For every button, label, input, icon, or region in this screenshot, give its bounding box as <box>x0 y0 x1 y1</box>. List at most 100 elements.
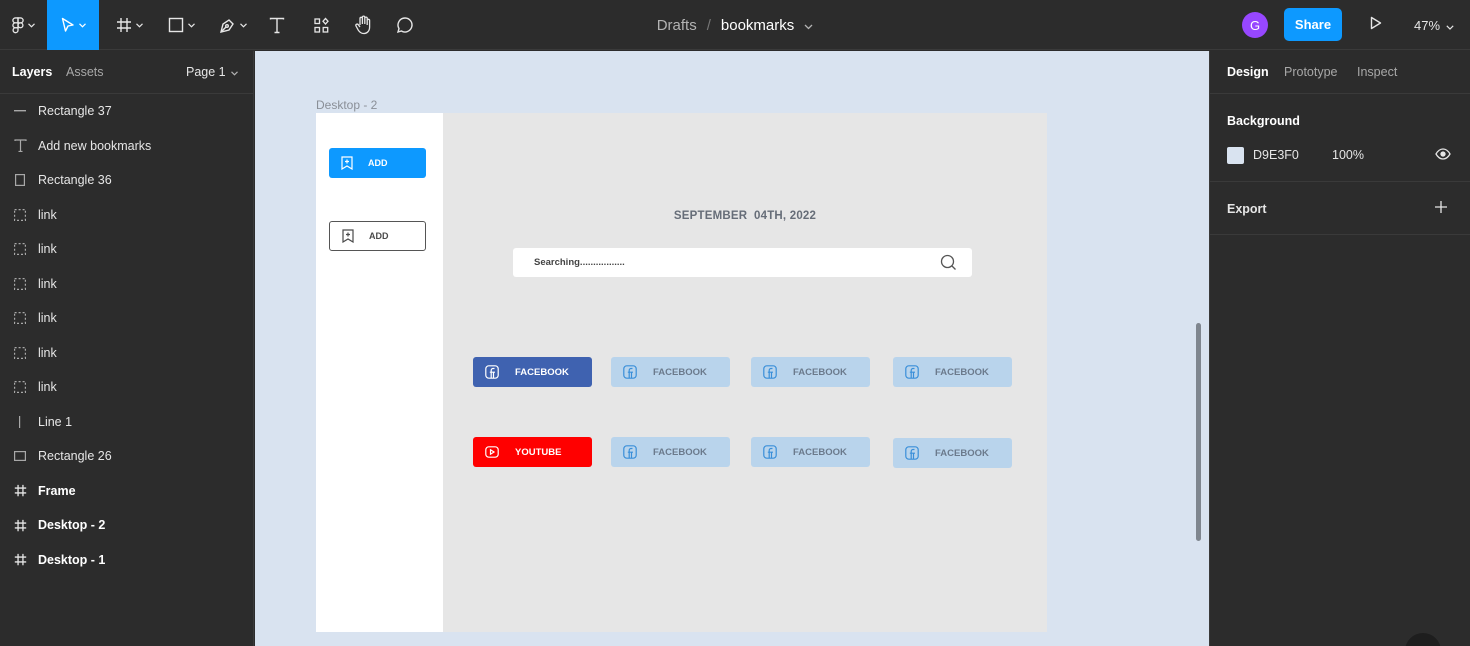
chevron-down-icon <box>78 22 86 28</box>
rectangle-icon <box>12 172 28 188</box>
bookmark-label: YOUTUBE <box>515 446 562 458</box>
design-canvas[interactable]: Desktop - 2 ADD ADD SEPTEMBER 04TH, 2022… <box>255 51 1209 646</box>
facebook-bookmark[interactable]: FACEBOOK <box>893 438 1012 468</box>
layer-row[interactable]: Line 1 <box>0 405 254 440</box>
tab-assets[interactable]: Assets <box>66 65 104 79</box>
hand-icon <box>354 15 373 35</box>
layer-row[interactable]: link <box>0 336 254 371</box>
frame-sidebar: ADD ADD <box>316 113 443 632</box>
user-avatar[interactable]: G <box>1242 12 1268 38</box>
bookmark-label: FACEBOOK <box>935 366 989 378</box>
dashed-frame-icon <box>12 207 28 223</box>
comment-tool-button[interactable] <box>390 0 420 50</box>
hand-tool-button[interactable] <box>348 0 378 50</box>
bookmark-add-icon <box>341 156 353 170</box>
chevron-down-icon <box>1440 18 1454 33</box>
tab-inspect[interactable]: Inspect <box>1357 65 1397 79</box>
background-color-swatch[interactable] <box>1227 147 1244 164</box>
layer-label: link <box>38 242 57 257</box>
layer-label: Frame <box>38 483 76 498</box>
main-menu-button[interactable] <box>0 0 46 50</box>
search-icon[interactable] <box>940 254 957 276</box>
facebook-bookmark[interactable]: FACEBOOK <box>893 357 1012 387</box>
layer-row[interactable]: link <box>0 301 254 336</box>
layer-row[interactable]: link <box>0 232 254 267</box>
chevron-down-icon[interactable] <box>804 17 813 34</box>
frame-label[interactable]: Desktop - 2 <box>316 98 377 112</box>
layer-row[interactable]: link <box>0 370 254 405</box>
bookmark-label: FACEBOOK <box>793 446 847 458</box>
layer-row[interactable]: Rectangle 37 <box>0 94 254 129</box>
search-bar[interactable] <box>513 248 972 277</box>
layer-row[interactable]: link <box>0 198 254 233</box>
background-hex-value[interactable]: D9E3F0 <box>1253 148 1299 162</box>
layer-row[interactable]: Frame <box>0 474 254 509</box>
line-icon <box>12 103 28 119</box>
youtube-bookmark[interactable]: YOUTUBE <box>473 437 592 467</box>
add-bookmark-button[interactable]: ADD <box>329 148 426 178</box>
facebook-bookmark[interactable]: FACEBOOK <box>611 357 730 387</box>
bookmark-label: FACEBOOK <box>935 447 989 459</box>
facebook-icon <box>623 365 637 379</box>
page-selector[interactable]: Page 1 <box>186 65 238 79</box>
layer-row[interactable]: Rectangle 26 <box>0 439 254 474</box>
pen-tool-button[interactable] <box>210 0 256 50</box>
layer-label: Rectangle 36 <box>38 173 112 188</box>
youtube-icon <box>485 446 499 458</box>
add-label: ADD <box>369 231 389 241</box>
add-bookmark-outline-button[interactable]: ADD <box>329 221 426 251</box>
pen-icon <box>219 17 236 34</box>
tab-design[interactable]: Design <box>1227 65 1269 79</box>
zoom-level: 47% <box>1414 17 1441 33</box>
frame-tool-button[interactable] <box>106 0 152 50</box>
canvas-vertical-scrollbar[interactable] <box>1196 323 1201 541</box>
breadcrumb-separator: / <box>706 16 711 34</box>
dashed-frame-icon <box>12 241 28 257</box>
text-icon <box>269 17 285 34</box>
left-panel-tabs: Layers Assets Page 1 <box>0 51 253 94</box>
facebook-icon <box>905 365 919 379</box>
bookmark-label: FACEBOOK <box>653 446 707 458</box>
present-button[interactable] <box>1366 15 1386 35</box>
dashed-frame-icon <box>12 276 28 292</box>
eye-icon[interactable] <box>1435 148 1451 160</box>
frame-hash-icon <box>12 483 28 499</box>
export-section: Export <box>1210 182 1470 235</box>
facebook-icon <box>905 446 919 460</box>
share-button[interactable]: Share <box>1284 8 1342 41</box>
figma-logo-icon <box>11 16 24 34</box>
rectangle-icon <box>12 448 28 464</box>
layer-row[interactable]: link <box>0 267 254 302</box>
text-tool-button[interactable] <box>262 0 292 50</box>
resources-tool-button[interactable] <box>306 0 336 50</box>
desktop-2-frame[interactable]: ADD ADD SEPTEMBER 04TH, 2022 FACEBOOK FA… <box>316 113 1047 632</box>
layer-row[interactable]: Rectangle 36 <box>0 163 254 198</box>
layer-label: Rectangle 37 <box>38 104 112 119</box>
components-icon <box>313 17 330 34</box>
move-tool-button[interactable] <box>47 0 99 50</box>
tab-prototype[interactable]: Prototype <box>1284 65 1338 79</box>
facebook-bookmark[interactable]: FACEBOOK <box>611 437 730 467</box>
layer-row[interactable]: Add new bookmarks <box>0 129 254 164</box>
file-name[interactable]: bookmarks <box>721 17 794 34</box>
tab-layers[interactable]: Layers <box>12 65 52 79</box>
plus-icon[interactable] <box>1434 200 1448 214</box>
search-input[interactable] <box>513 248 933 277</box>
facebook-bookmark[interactable]: FACEBOOK <box>751 357 870 387</box>
shape-tool-button[interactable] <box>158 0 204 50</box>
facebook-icon <box>485 365 499 379</box>
properties-panel: Design Prototype Inspect Background D9E3… <box>1209 51 1470 646</box>
facebook-bookmark-active[interactable]: FACEBOOK <box>473 357 592 387</box>
layer-row[interactable]: Desktop - 2 <box>0 508 254 543</box>
facebook-bookmark[interactable]: FACEBOOK <box>751 437 870 467</box>
top-toolbar: Drafts / bookmarks G Share 47% <box>0 0 1470 50</box>
background-opacity-value[interactable]: 100% <box>1332 148 1364 162</box>
dashed-frame-icon <box>12 345 28 361</box>
bookmark-label: FACEBOOK <box>653 366 707 378</box>
frame-hash-icon <box>116 17 132 33</box>
zoom-menu[interactable]: 47% <box>1414 0 1454 50</box>
layer-list: Rectangle 37 Add new bookmarks Rectangle… <box>0 94 254 577</box>
layer-label: link <box>38 380 57 395</box>
breadcrumb-drafts-link[interactable]: Drafts <box>657 17 697 34</box>
layer-row[interactable]: Desktop - 1 <box>0 543 254 578</box>
